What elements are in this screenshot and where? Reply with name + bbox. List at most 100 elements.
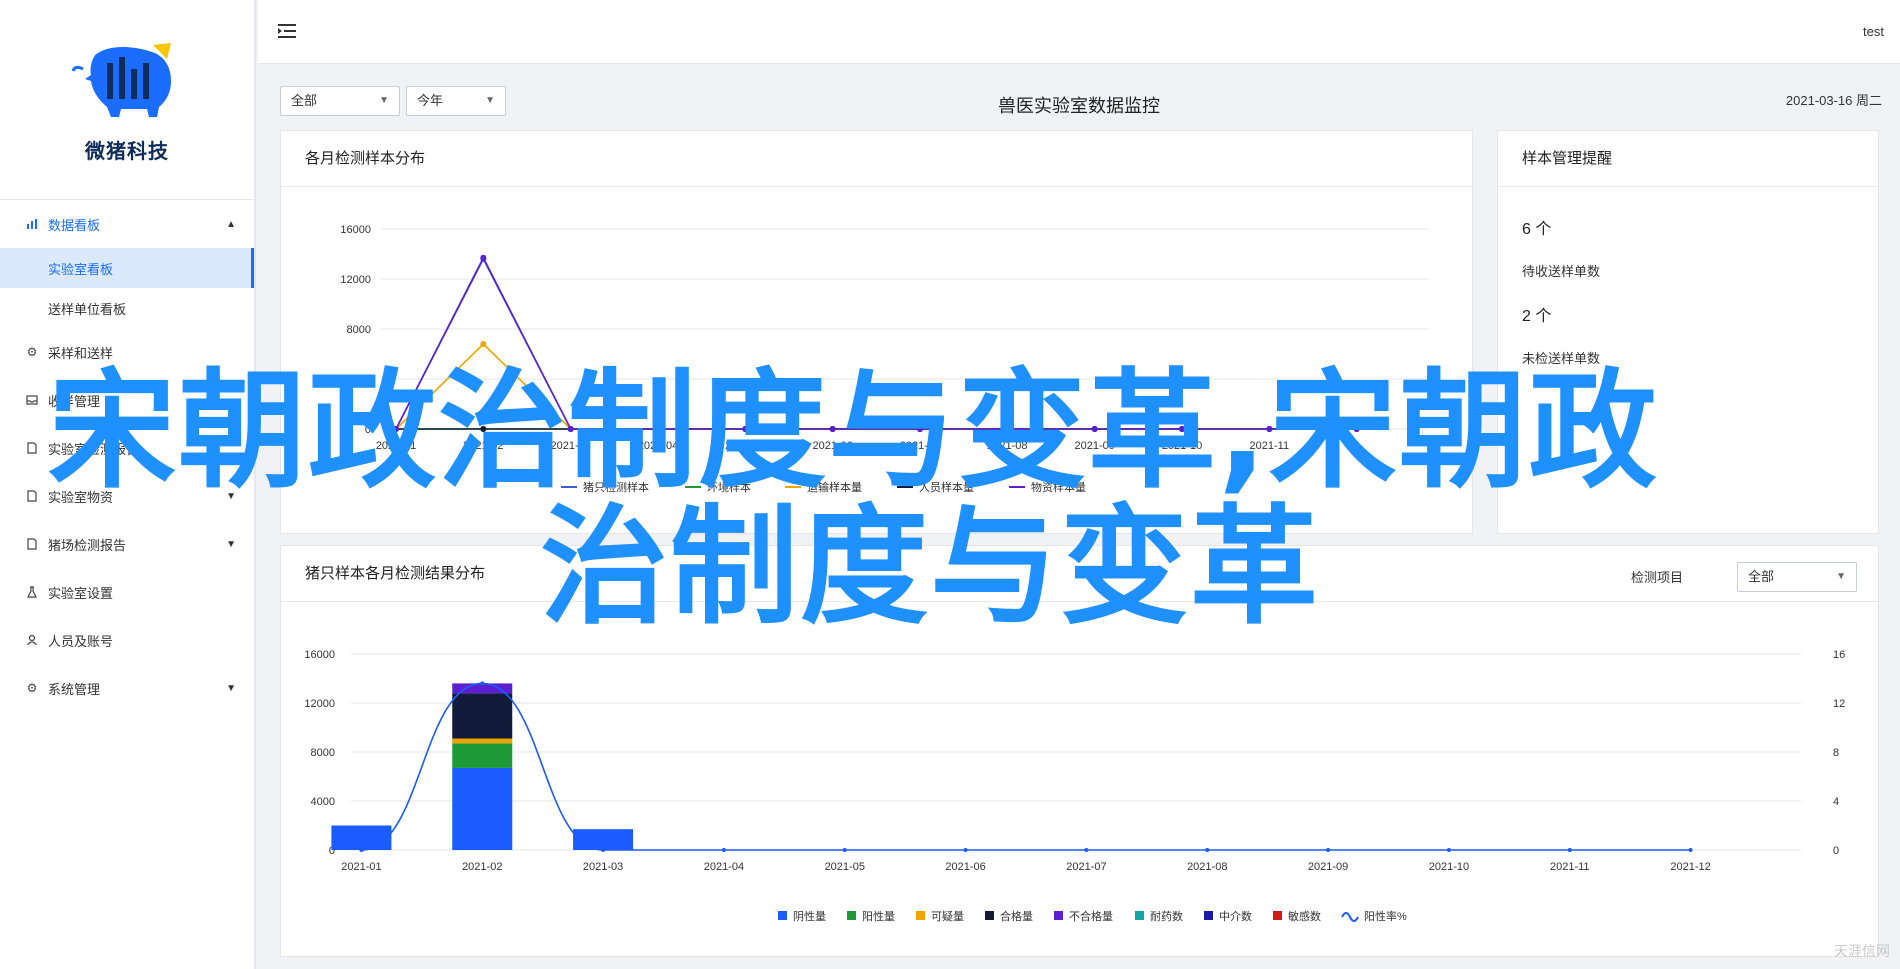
chevron-down-icon: ▼ [226, 490, 236, 502]
filter-bar: 兽医实验室数据监控 全部 ▼ 今年 ▼ 2021-03-16 周二 [258, 86, 1900, 120]
pending-receive-count: 6 个 [1522, 221, 1552, 238]
rate-point [1205, 848, 1210, 852]
x-tick-label: 2021-08 [1187, 861, 1227, 873]
x-tick-label: 2021-03 [583, 861, 623, 873]
legend-swatch [847, 911, 856, 920]
test-item-select-value: 全部 [1748, 569, 1775, 584]
bar-segment [452, 743, 513, 768]
bar-segment [452, 693, 513, 739]
sidebar-item-lab-settings[interactable]: 实验室设置 [0, 568, 254, 616]
series-line [395, 257, 1357, 430]
x-tick-label: 2021-04 [638, 440, 678, 452]
sidebar-menu: 数据看板 ▲ 实验室看板 送样单位看板 ⚙ 采样和送样 收样管理 实验室检测报告 [0, 200, 254, 712]
x-tick-label: 2021-12 [1670, 861, 1710, 873]
legend-swatch [1204, 911, 1213, 920]
legend-swatch [778, 911, 787, 920]
rate-point [963, 848, 968, 852]
legend-label: 阳性率% [1364, 909, 1407, 923]
inbox-icon [24, 392, 40, 408]
chevron-down-icon: ▼ [379, 95, 389, 106]
data-point [1004, 426, 1011, 432]
user-icon [24, 632, 40, 648]
legend-label: 耐药数 [1150, 910, 1183, 923]
x-tick-label: 2021-10 [1429, 861, 1469, 873]
x-tick-label: 2021-01 [341, 861, 381, 873]
legend-swatch [1054, 911, 1063, 920]
sidebar-item-system[interactable]: ⚙ 系统管理 ▼ [0, 664, 254, 712]
rate-point [359, 848, 364, 852]
data-point [1091, 426, 1098, 432]
legend-label: 可疑量 [931, 910, 964, 923]
sidebar-item-lab-supplies[interactable]: 实验室物资 ▼ [0, 472, 254, 520]
menu-fold-icon[interactable] [278, 24, 296, 43]
y-tick-label: 4000 [347, 374, 371, 386]
user-name[interactable]: test [1863, 24, 1884, 39]
x-tick-label: 2021-09 [1074, 440, 1114, 452]
card-title: 样本管理提醒 [1498, 131, 1878, 187]
x-tick-label: 2021-04 [704, 861, 744, 873]
x-tick-label: 2021-05 [825, 861, 865, 873]
legend-swatch [916, 911, 925, 920]
scope-select-value: 全部 [291, 93, 318, 108]
x-tick-label: 2021-02 [462, 861, 502, 873]
test-item-filter-label: 检测项目 [1630, 570, 1683, 585]
x-tick-label: 2021-11 [1550, 861, 1590, 873]
sidebar-subitem-lab-dashboard[interactable]: 实验室看板 [0, 248, 254, 288]
unchecked-label: 未检送样单数 [1522, 351, 1601, 366]
sidebar-item-label: 送样单位看板 [48, 301, 127, 317]
sidebar-item-label: 实验室设置 [48, 585, 114, 601]
data-point [655, 426, 661, 432]
data-point [1179, 426, 1185, 432]
sidebar: 微猪科技 数据看板 ▲ 实验室看板 送样单位看板 ⚙ 采样和送样 收样管理 实验… [0, 0, 256, 969]
y2-tick-label: 16 [1833, 649, 1845, 661]
pig-results-card: 猪只样本各月检测结果分布 检测项目 全部 ▼ 0 4000 8000 12000 160… [280, 545, 1879, 957]
sidebar-subitem-sender-dashboard[interactable]: 送样单位看板 [0, 288, 254, 328]
x-tick-label: 2021-08 [987, 440, 1027, 452]
rate-point [1688, 848, 1693, 852]
document-icon [24, 488, 40, 504]
sidebar-item-lab-report[interactable]: 实验室检测报告 [0, 424, 254, 472]
period-select[interactable]: 今年 ▼ [406, 86, 506, 116]
legend-label: 环境样本 [707, 480, 751, 494]
sidebar-item-label: 实验室看板 [48, 261, 114, 277]
x-tick-label: 2021-05 [725, 440, 765, 452]
x-tick-label: 2021-07 [1066, 861, 1106, 873]
unchecked-count: 2 个 [1522, 308, 1552, 325]
sample-reminder-card: 样本管理提醒 6 个 待收送样单数 2 个 未检送样单数 [1497, 130, 1879, 534]
y-tick-label: 12000 [304, 698, 335, 710]
brand-name: 微猪科技 [85, 139, 169, 163]
rate-point [1567, 848, 1572, 852]
y2-tick-label: 12 [1833, 698, 1845, 710]
card-title: 各月检测样本分布 [281, 131, 1472, 187]
sidebar-item-label: 人员及账号 [48, 633, 114, 649]
legend-swatch [1273, 911, 1282, 920]
chevron-down-icon: ▼ [485, 95, 495, 106]
y-tick-label: 16000 [304, 649, 335, 661]
legend-label: 合格量 [1000, 909, 1033, 923]
data-point [393, 426, 399, 432]
chevron-down-icon: ▼ [226, 538, 236, 550]
test-item-select[interactable]: 全部 ▼ [1737, 562, 1857, 592]
y-tick-label: 0 [365, 424, 371, 436]
legend-label: 物资样本量 [1031, 480, 1086, 494]
data-point [567, 426, 574, 432]
sidebar-item-receiving[interactable]: 收样管理 [0, 376, 254, 424]
rate-point [1326, 848, 1331, 852]
sidebar-item-label: 实验室物资 [48, 489, 114, 505]
rate-point [1084, 848, 1089, 852]
sidebar-item-people[interactable]: 人员及账号 [0, 616, 254, 664]
y2-tick-label: 8 [1833, 747, 1839, 759]
data-point [480, 426, 487, 432]
sidebar-item-sampling[interactable]: ⚙ 采样和送样 [0, 328, 254, 376]
y-tick-label: 12000 [340, 274, 371, 286]
legend-swatch [1135, 911, 1144, 920]
sidebar-item-label: 采样和送样 [48, 345, 114, 361]
chevron-down-icon: ▼ [226, 682, 236, 694]
data-point [1266, 426, 1273, 432]
series-line [395, 255, 1357, 430]
brand-logo-icon [71, 43, 171, 117]
scope-select[interactable]: 全部 ▼ [280, 86, 400, 116]
logo[interactable]: 微猪科技 [0, 0, 254, 200]
sidebar-item-farm-report[interactable]: 猪场检测报告 ▼ [0, 520, 254, 568]
sidebar-item-dashboard[interactable]: 数据看板 ▲ [0, 200, 254, 248]
